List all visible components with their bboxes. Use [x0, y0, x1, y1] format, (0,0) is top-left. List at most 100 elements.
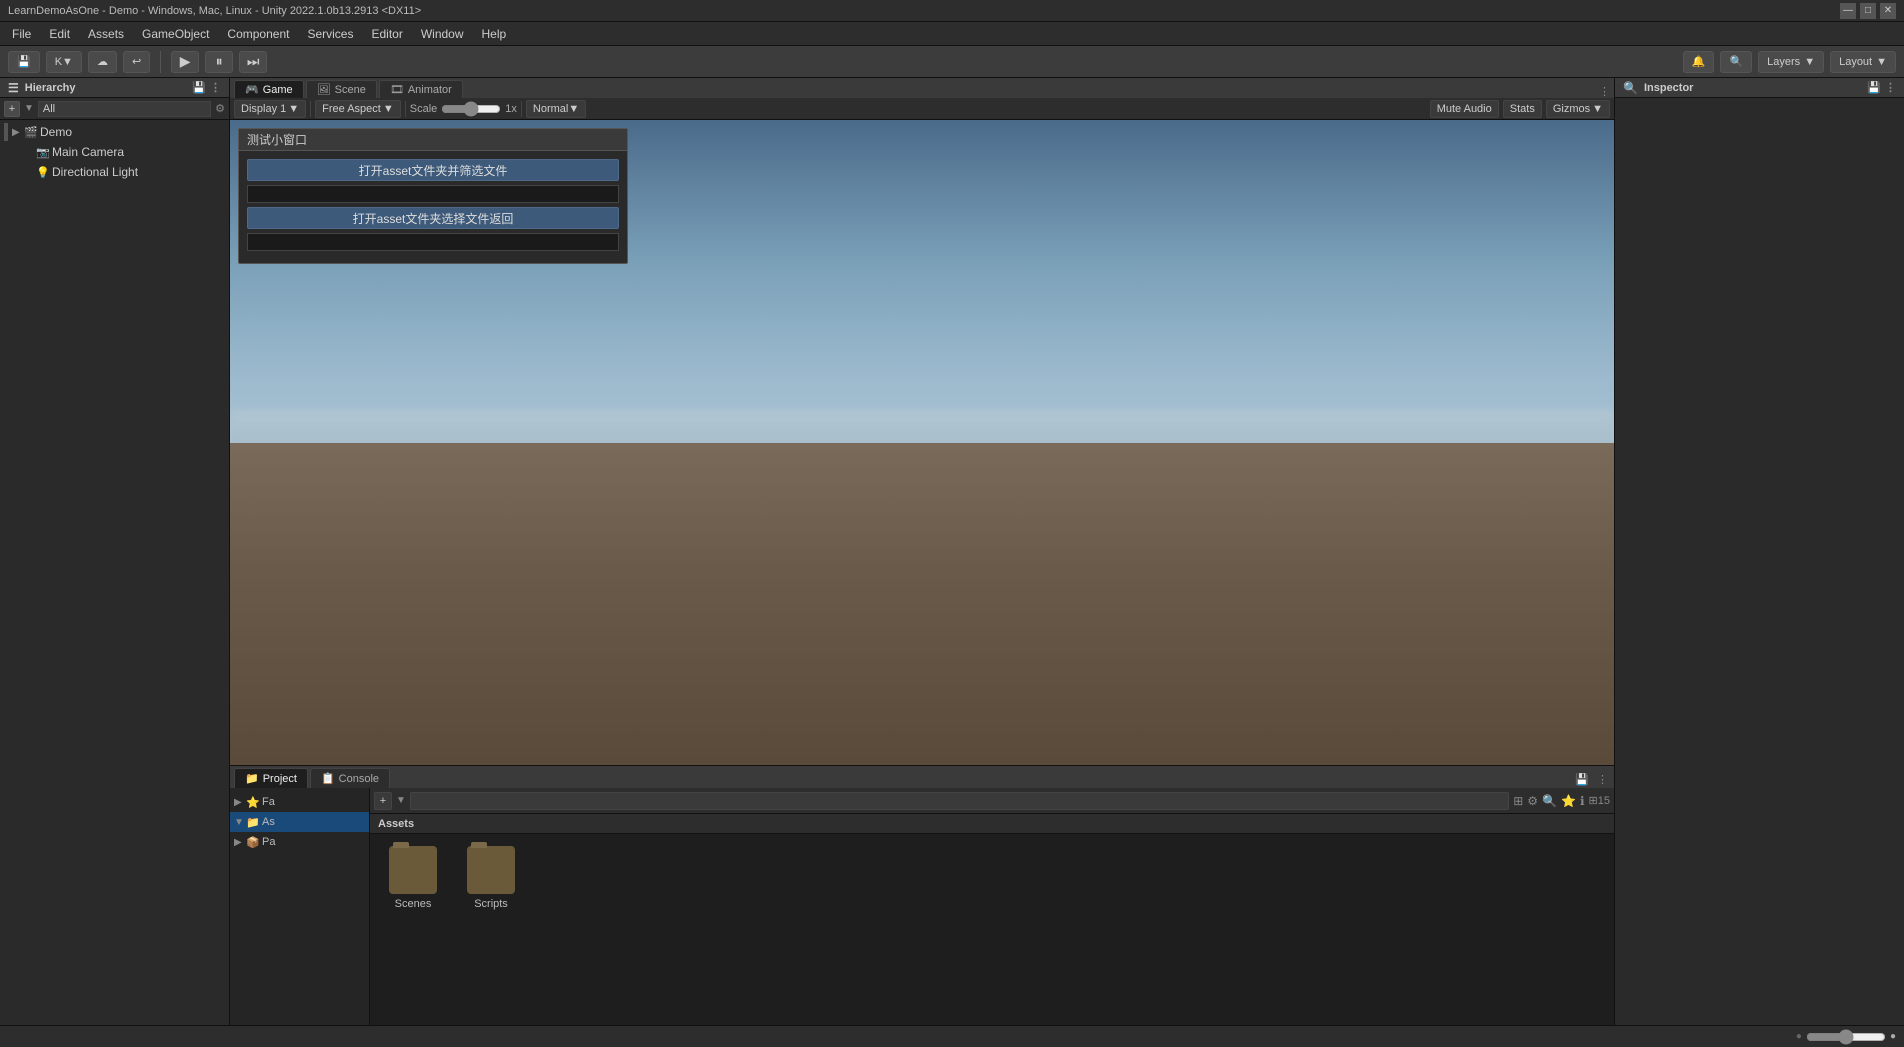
project-star-icon[interactable]: ⭐ — [1561, 794, 1576, 808]
project-tab-icon: 📁 — [245, 772, 259, 785]
layers-dropdown[interactable]: Layers ▼ — [1758, 51, 1824, 73]
menu-assets[interactable]: Assets — [80, 25, 132, 43]
tab-animator[interactable]: 🎞 Animator — [379, 80, 463, 98]
minimize-button[interactable]: — — [1840, 3, 1856, 19]
menu-gameobject[interactable]: GameObject — [134, 25, 217, 43]
scene-tab-icon: 🖼 — [317, 83, 331, 96]
test-btn-1[interactable]: 打开asset文件夹并筛选文件 — [247, 159, 619, 181]
assets-header-label: Assets — [378, 818, 414, 830]
hierarchy-save-button[interactable]: 💾 — [192, 81, 206, 94]
project-search-icon[interactable]: 🔍 — [1542, 794, 1557, 808]
zoom-slider[interactable] — [1806, 1029, 1886, 1045]
project-tree-assets[interactable]: ▼ 📁 As — [230, 812, 369, 832]
bottom-content: ▶ ⭐ Fa ▼ 📁 As ▶ 📦 Pa — [230, 788, 1614, 1025]
mute-audio-button[interactable]: Mute Audio — [1430, 100, 1499, 118]
layout-dropdown[interactable]: Layout ▼ — [1830, 51, 1896, 73]
scripts-label: Scripts — [474, 898, 508, 910]
project-main: + ▼ ⊞ ⚙ 🔍 ⭐ ℹ ⊞15 Assets — [370, 788, 1614, 1025]
maximize-button[interactable]: □ — [1860, 3, 1876, 19]
test-btn-2[interactable]: 打开asset文件夹选择文件返回 — [247, 207, 619, 229]
expand-icon[interactable]: ▶ — [12, 127, 24, 138]
game-view: 测试小窗口 打开asset文件夹并筛选文件 打开asset文件夹选择文件返回 — [230, 120, 1614, 765]
hierarchy-add-button[interactable]: + — [4, 101, 20, 117]
history-button[interactable]: ↩ — [123, 51, 150, 73]
hierarchy-item-maincamera[interactable]: 📷 Main Camera — [0, 142, 229, 162]
bottom-save-button[interactable]: 💾 — [1573, 771, 1591, 788]
hierarchy-add-arrow[interactable]: ▼ — [24, 103, 34, 114]
display-button[interactable]: Display 1 ▼ — [234, 100, 306, 118]
cloud-button[interactable]: ☁ — [88, 51, 117, 73]
account-button[interactable]: K▼ — [46, 51, 82, 73]
hierarchy-item-label: Main Camera — [52, 145, 124, 159]
project-assets-grid: Scenes Scripts — [370, 834, 1614, 1025]
center-panels: 🎮 Game 🖼 Scene 🎞 Animator ⋮ Display 1 ▼ … — [230, 78, 1614, 1025]
inspector-options-button[interactable]: ⋮ — [1885, 81, 1896, 94]
main-layout: ☰ Hierarchy 💾 ⋮ + ▼ ⚙ ▶ 🎬 Demo — [0, 78, 1904, 1025]
inspector-save-button[interactable]: 💾 — [1867, 81, 1881, 94]
hierarchy-item-demo[interactable]: ▶ 🎬 Demo — [0, 122, 229, 142]
menu-file[interactable]: File — [4, 25, 39, 43]
project-layout-icon[interactable]: ⊞ — [1513, 794, 1523, 808]
project-info-icon[interactable]: ℹ — [1580, 794, 1585, 808]
bottom-options-button[interactable]: ⋮ — [1595, 771, 1610, 788]
project-toolbar: + ▼ ⊞ ⚙ 🔍 ⭐ ℹ ⊞15 — [370, 788, 1614, 814]
aspect-label: Free Aspect — [322, 103, 381, 115]
project-tree-favorites[interactable]: ▶ ⭐ Fa — [230, 792, 369, 812]
normal-button[interactable]: Normal▼ — [526, 100, 586, 118]
project-add-button[interactable]: + — [374, 792, 392, 810]
aspect-button[interactable]: Free Aspect ▼ — [315, 100, 401, 118]
asset-item-scenes[interactable]: Scenes — [378, 842, 448, 914]
animator-tab-label: Animator — [408, 84, 452, 96]
title-bar-text: LearnDemoAsOne - Demo - Windows, Mac, Li… — [8, 5, 421, 17]
normal-label: Normal▼ — [533, 103, 579, 115]
assets-tree-label: As — [262, 816, 275, 828]
project-assets-header: Assets — [370, 814, 1614, 834]
test-input-2[interactable] — [247, 233, 619, 251]
menu-component[interactable]: Component — [219, 25, 297, 43]
menu-services[interactable]: Services — [299, 25, 361, 43]
project-filter-icon[interactable]: ⚙ — [1527, 794, 1538, 808]
game-tab-icon: 🎮 — [245, 83, 259, 96]
scale-slider[interactable] — [441, 101, 501, 117]
favorites-label: Fa — [262, 796, 275, 808]
menu-bar: File Edit Assets GameObject Component Se… — [0, 22, 1904, 46]
scenes-folder-icon — [389, 846, 437, 894]
project-search-input[interactable] — [410, 792, 1509, 810]
project-add-arrow[interactable]: ▼ — [396, 795, 406, 806]
menu-editor[interactable]: Editor — [363, 25, 410, 43]
search-button[interactable]: 🔍 — [1720, 51, 1752, 73]
menu-edit[interactable]: Edit — [41, 25, 78, 43]
toolbar-right: 🔔 🔍 Layers ▼ Layout ▼ — [1683, 51, 1896, 73]
hierarchy-filter-icon[interactable]: ⚙ — [215, 102, 225, 115]
inspector-content — [1615, 98, 1904, 1025]
pause-button[interactable]: ⏸ — [205, 51, 233, 73]
game-tab-label: Game — [263, 84, 293, 96]
drag-handle[interactable] — [4, 123, 8, 141]
gizmos-button[interactable]: Gizmos ▼ — [1546, 100, 1610, 118]
console-tab-icon: 📋 — [321, 772, 335, 785]
test-window: 测试小窗口 打开asset文件夹并筛选文件 打开asset文件夹选择文件返回 — [238, 128, 628, 264]
project-tree-packages[interactable]: ▶ 📦 Pa — [230, 832, 369, 852]
hierarchy-item-dirlight[interactable]: 💡 Directional Light — [0, 162, 229, 182]
view-tabs-more[interactable]: ⋮ — [1599, 85, 1610, 98]
play-button[interactable]: ▶ — [171, 51, 199, 73]
status-slider-container: ● ● — [1796, 1029, 1896, 1045]
close-button[interactable]: ✕ — [1880, 3, 1896, 19]
tab-game[interactable]: 🎮 Game — [234, 80, 304, 98]
tab-scene[interactable]: 🖼 Scene — [306, 80, 377, 98]
menu-window[interactable]: Window — [413, 25, 472, 43]
asset-item-scripts[interactable]: Scripts — [456, 842, 526, 914]
tab-console[interactable]: 📋 Console — [310, 768, 390, 788]
step-button[interactable]: ⏭ — [239, 51, 267, 73]
game-toolbar: Display 1 ▼ Free Aspect ▼ Scale 1x Norma… — [230, 98, 1614, 120]
packages-tree-label: Pa — [262, 836, 275, 848]
menu-help[interactable]: Help — [474, 25, 515, 43]
collab-button[interactable]: 🔔 — [1683, 51, 1715, 73]
save-scene-button[interactable]: 💾 — [8, 51, 40, 73]
test-window-title-text: 测试小窗口 — [247, 131, 307, 148]
hierarchy-options-button[interactable]: ⋮ — [210, 81, 221, 94]
tab-project[interactable]: 📁 Project — [234, 768, 308, 788]
test-input-1[interactable] — [247, 185, 619, 203]
stats-button[interactable]: Stats — [1503, 100, 1542, 118]
hierarchy-search-input[interactable] — [38, 101, 211, 117]
